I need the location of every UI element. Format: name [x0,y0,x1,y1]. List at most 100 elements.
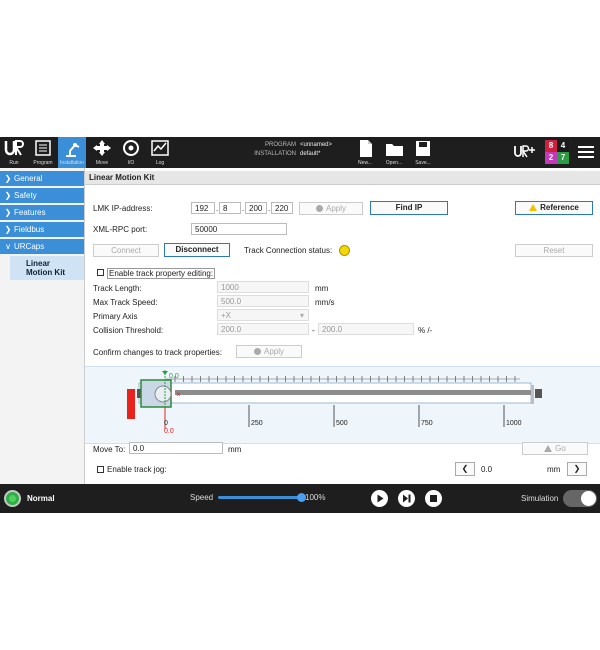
rpc-port-field[interactable]: 50000 [191,223,287,235]
move-to-field[interactable]: 0.0 [129,442,223,454]
track-graphic: 0.0 0 0.0 × 250 500 750 1000 [127,370,542,435]
max-speed-field[interactable]: 500.0 [217,295,309,307]
sidebar-item-label: URCaps [14,242,45,251]
program-label: PROGRAM [264,142,296,148]
enable-editing-checkbox[interactable] [97,269,104,276]
ip-octet-3-field[interactable]: 200 [245,202,267,214]
disconnect-button[interactable]: Disconnect [164,243,230,257]
speed-slider[interactable] [218,493,306,502]
connect-button[interactable]: Connect [93,244,159,257]
speed-slider-fill [218,496,302,499]
sidebar-item-label: Features [14,208,46,217]
track-visualization: 0.0 0 0.0 × 250 500 750 1000 [85,366,600,444]
installation-tab[interactable]: Installation [58,137,86,168]
save-disk-icon [416,141,430,156]
status-indicator-light [339,245,350,256]
save-button[interactable]: Save... [409,137,437,168]
chevron-left-icon: ❮ [461,464,469,473]
hamburger-menu-button[interactable] [576,143,596,161]
collision-unit: % /- [418,326,433,335]
track-length-unit: mm [315,284,329,293]
open-button-label: Open... [385,160,403,166]
speed-label: Speed [190,493,214,502]
move-tab[interactable]: Move [88,137,116,168]
confirm-apply-button[interactable]: Apply [236,345,302,358]
sidebar-item-urcaps[interactable]: ∨ URCaps [0,239,84,254]
new-button-label: New... [358,160,372,166]
reference-button[interactable]: Reference [515,201,593,215]
sidebar-item-general[interactable]: ❯ General [0,171,84,186]
reset-button[interactable]: Reset [515,244,593,257]
new-button[interactable]: New... [351,137,379,168]
ip-dot: . [268,204,271,213]
installation-tab-label: Installation [60,160,84,166]
go-button[interactable]: Go [522,442,588,455]
ip-octet-1-field[interactable]: 192 [191,202,215,214]
stop-button[interactable] [425,490,442,507]
log-chart-icon [151,140,169,156]
chevron-right-icon: ❯ [4,208,12,217]
power-status-button[interactable] [4,490,21,507]
apply-circle-icon [315,205,323,213]
new-file-icon [360,140,372,157]
move-to-unit: mm [228,445,242,454]
track-bottom-value: 0 [164,420,168,427]
jog-left-button[interactable]: ❮ [455,462,475,476]
sidebar-item-safety[interactable]: ❯ Safety [0,188,84,203]
collision-high-field[interactable]: 200.0 [318,323,414,335]
step-button[interactable] [398,490,415,507]
connect-label: Connect [111,246,141,255]
sidebar-item-label: Safety [14,191,37,200]
primary-axis-value: +X [221,311,232,320]
collision-low-field[interactable]: 200.0 [217,323,309,335]
io-tab-label: I/O [127,160,135,166]
badge-cell-2: 4 [557,140,569,152]
program-name: <unnamed> [300,142,333,148]
program-info-labels: PROGRAM INSTALLATION [248,141,296,159]
track-right-end-cap [535,389,542,398]
green-marker-arrow-icon [162,371,168,375]
program-tab[interactable]: Program [29,137,57,168]
ip-octet-4-field[interactable]: 220 [271,202,293,214]
sidebar-item-fieldbus[interactable]: ❯ Fieldbus [0,222,84,237]
stop-icon [430,495,437,502]
program-icon [35,140,51,156]
badge-cell-1: 8 [545,140,557,152]
track-top-value: 0.0 [169,373,179,380]
tick-label-1000: 1000 [506,420,522,427]
run-tab[interactable]: Run [0,137,28,168]
collision-threshold-label: Collision Threshold: [93,326,164,335]
simulation-toggle-knob [581,491,596,506]
enable-editing-label: Enable track property editing: [107,268,216,279]
open-button[interactable]: Open... [380,137,408,168]
sidebar-item-features[interactable]: ❯ Features [0,205,84,220]
apply-ip-button[interactable]: Apply [299,202,363,215]
reference-label: Reference [540,203,579,212]
move-arrows-icon [93,140,111,156]
save-button-label: Save... [415,160,431,166]
sidebar: ❯ General ❯ Safety ❯ Features ❯ Fieldbus ∨ UR… [0,168,85,484]
ur-plus-button[interactable] [512,143,536,161]
ur-logo-icon [4,140,24,156]
sidebar-sub-label-line1: Linear [26,259,51,268]
ip-address-label: LMK IP-address: [93,204,153,213]
step-icon [403,494,411,503]
simulation-toggle[interactable] [563,490,597,507]
version-badge[interactable]: 8 4 2 7 [545,140,569,164]
sidebar-item-linear-motion-kit[interactable]: Linear Motion Kit [10,256,84,280]
track-length-field[interactable]: 1000 [217,281,309,293]
jog-right-button[interactable]: ❯ [567,462,587,476]
go-triangle-icon [544,445,553,453]
track-status-label: Track Connection status: [244,246,333,255]
play-button[interactable] [371,490,388,507]
speed-value: 100% [305,493,326,502]
io-tab[interactable]: I/O [117,137,145,168]
primary-axis-select[interactable]: +X ▾ [217,309,309,321]
track-right-post [531,385,534,404]
enable-jog-checkbox[interactable] [97,466,104,473]
ip-octet-2-field[interactable]: 8 [219,202,241,214]
find-ip-button[interactable]: Find IP [370,201,448,215]
badge-cell-3: 2 [545,152,557,164]
chevron-down-icon: ∨ [5,242,11,251]
log-tab[interactable]: Log [146,137,174,168]
